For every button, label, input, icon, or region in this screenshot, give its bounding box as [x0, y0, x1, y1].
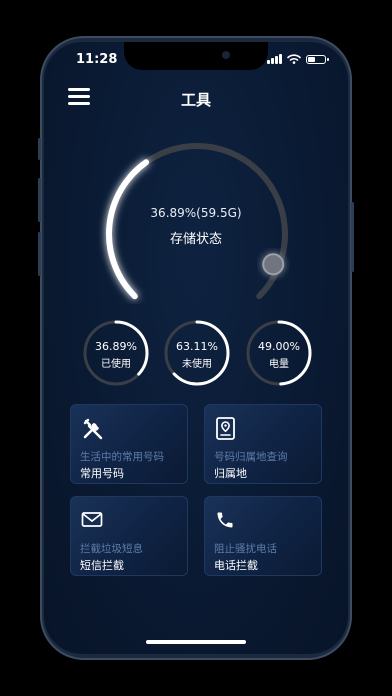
page-title: 工具: [180, 91, 211, 109]
card-call-block-name: 电话拦截: [214, 559, 258, 572]
side-button: [38, 138, 41, 160]
card-common-numbers[interactable]: 生活中的常用号码 常用号码: [70, 404, 188, 484]
volume-up-button: [38, 178, 41, 222]
card-sms-block-name: 短信拦截: [80, 559, 124, 572]
location-icon: [216, 417, 235, 440]
battery-icon: [306, 54, 329, 64]
card-sms-block[interactable]: 拦截垃圾短息 短信拦截: [70, 496, 188, 576]
card-location-desc: 号码归属地查询: [214, 451, 288, 463]
app-screen: 11:28 工具 36.89%(59.5G) 存储状态 36.89% 已使用 6…: [44, 42, 348, 654]
card-call-block-desc: 阻止骚扰电话: [214, 543, 277, 555]
stat-free-label: 未使用: [182, 359, 212, 370]
storage-percent: 36.89%(59.5G): [150, 206, 242, 220]
stat-used-label: 已使用: [101, 359, 131, 370]
stat-battery: 49.00% 电量: [244, 318, 314, 388]
card-location[interactable]: 号码归属地查询 归属地: [204, 404, 322, 484]
stat-used: 36.89% 已使用: [81, 318, 151, 388]
notch: [124, 42, 268, 70]
power-button: [351, 202, 354, 272]
signal-icon: [267, 54, 282, 64]
phone-icon: [217, 512, 233, 528]
stat-battery-label: 电量: [269, 359, 289, 370]
tools-icon: [83, 418, 103, 440]
card-common-numbers-name: 常用号码: [80, 467, 124, 480]
storage-label: 存储状态: [169, 232, 222, 247]
camera-icon: [222, 51, 230, 59]
stat-battery-percent: 49.00%: [258, 340, 300, 353]
status-icons: [267, 54, 329, 64]
card-call-block[interactable]: 阻止骚扰电话 电话拦截: [204, 496, 322, 576]
card-sms-block-desc: 拦截垃圾短息: [80, 543, 143, 555]
stat-used-percent: 36.89%: [95, 340, 137, 353]
wifi-icon: [287, 54, 301, 64]
home-indicator[interactable]: [146, 640, 246, 644]
volume-down-button: [38, 232, 41, 276]
card-common-numbers-desc: 生活中的常用号码: [80, 451, 164, 463]
stat-free-percent: 63.11%: [176, 340, 218, 353]
stat-free: 63.11% 未使用: [162, 318, 232, 388]
card-location-name: 归属地: [214, 467, 247, 480]
storage-gauge-knob[interactable]: [262, 253, 285, 276]
status-time: 11:28: [76, 52, 118, 67]
mail-icon: [81, 512, 103, 527]
